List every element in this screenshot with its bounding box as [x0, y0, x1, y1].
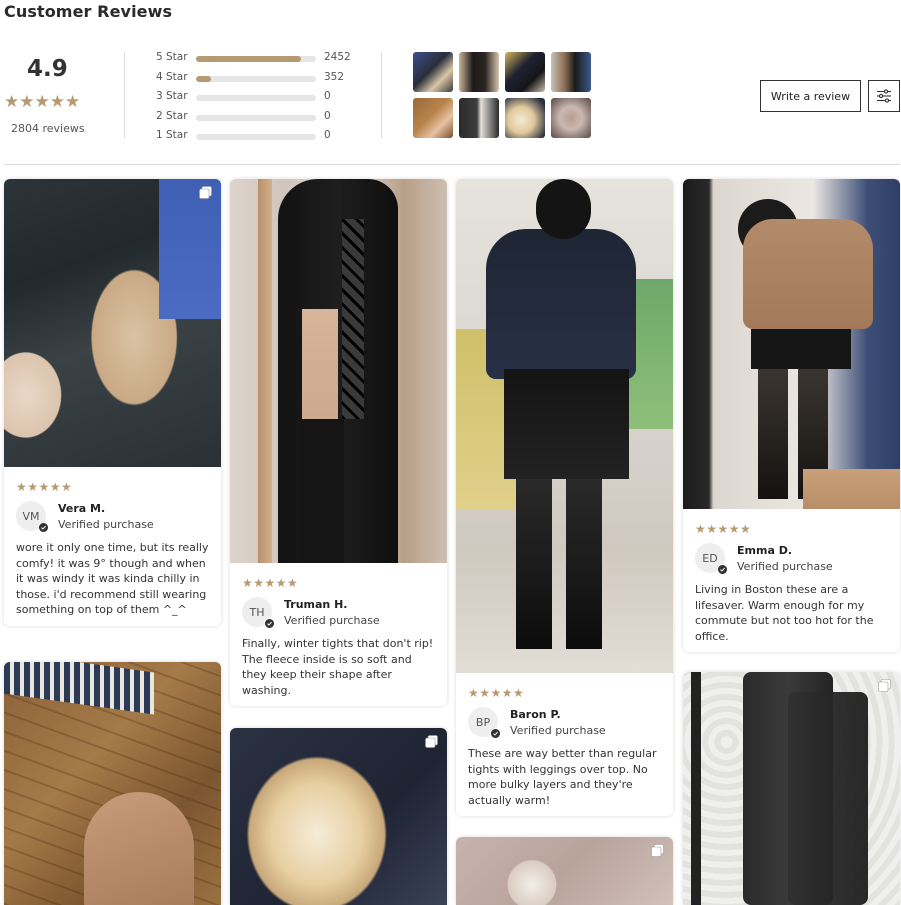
distribution-label: 3 Star: [156, 90, 188, 102]
photo-thumbnail[interactable]: [505, 52, 545, 92]
review-card[interactable]: [683, 672, 900, 905]
distribution-bar: [196, 75, 316, 82]
write-review-button[interactable]: Write a review: [760, 80, 861, 112]
distribution-count: 0: [324, 129, 331, 141]
average-stars: ★★★★★: [4, 92, 81, 112]
distribution-count: 0: [324, 90, 331, 102]
review-photo[interactable]: [456, 837, 673, 905]
review-photo[interactable]: [4, 662, 221, 905]
total-reviews: 2804 reviews: [11, 122, 85, 135]
section-divider: [4, 164, 900, 165]
review-photo[interactable]: [230, 179, 447, 563]
distribution-row-3[interactable]: 3 Star 0: [156, 89, 356, 109]
divider: [381, 52, 382, 138]
review-photo[interactable]: [456, 179, 673, 673]
review-author: BP Baron P. Verified purchase: [468, 706, 662, 740]
reviewer-name: Baron P.: [510, 708, 561, 721]
photo-thumbnail[interactable]: [413, 52, 453, 92]
review-text: Living in Boston these are a lifesaver. …: [695, 583, 874, 643]
photo-thumbnails: [413, 52, 597, 138]
multi-photo-icon: [878, 679, 891, 692]
distribution-count: 2452: [324, 51, 351, 63]
sliders-icon: [877, 89, 891, 103]
page-title: Customer Reviews: [4, 2, 173, 21]
distribution-fill: [196, 56, 301, 62]
distribution-label: 1 Star: [156, 129, 188, 141]
verified-check-icon: [490, 728, 501, 739]
multi-photo-icon: [651, 844, 664, 857]
verified-label: Verified purchase: [284, 614, 380, 627]
review-author: ED Emma D. Verified purchase: [695, 542, 889, 576]
reviewer-name: Emma D.: [737, 544, 792, 557]
distribution-label: 2 Star: [156, 109, 188, 122]
review-stars: ★★★★★: [468, 686, 525, 700]
distribution-bar: [196, 114, 316, 121]
review-card[interactable]: ★★★★★ VM Vera M. Verified purchase wore …: [4, 179, 221, 626]
distribution-row-4[interactable]: 4 Star 352: [156, 70, 356, 90]
multi-photo-icon: [199, 186, 212, 199]
reviewer-name: Truman H.: [284, 598, 348, 611]
distribution-row-5[interactable]: 5 Star 2452: [156, 50, 356, 70]
review-card[interactable]: ★★★★★ ED Emma D. Verified purchase Livin…: [683, 179, 900, 653]
rating-distribution: 5 Star 2452 4 Star 352 3 Star 0 2 Star 0…: [156, 50, 356, 148]
verified-check-icon: [717, 564, 728, 575]
distribution-row-1[interactable]: 1 Star 0: [156, 128, 356, 148]
review-photo[interactable]: [683, 179, 900, 509]
review-stars: ★★★★★: [242, 576, 299, 590]
review-text: wore it only one time, but its really co…: [16, 541, 209, 617]
review-photo[interactable]: [683, 672, 900, 905]
verified-check-icon: [264, 618, 275, 629]
average-rating: 4.9: [27, 56, 68, 82]
verified-label: Verified purchase: [737, 560, 833, 573]
photo-thumbnail[interactable]: [505, 98, 545, 138]
review-stars: ★★★★★: [695, 522, 752, 536]
review-card[interactable]: ★★★★★ BP Baron P. Verified purchase Thes…: [456, 179, 673, 817]
photo-thumbnail[interactable]: [413, 98, 453, 138]
multi-photo-icon: [425, 735, 438, 748]
distribution-row-2[interactable]: 2 Star 0: [156, 109, 356, 129]
distribution-count: 0: [324, 109, 331, 122]
distribution-label: 4 Star: [156, 70, 188, 83]
rating-summary: 4.9 ★★★★★ 2804 reviews 5 Star 2452 4 Sta…: [0, 44, 901, 144]
verified-label: Verified purchase: [58, 518, 154, 531]
photo-thumbnail[interactable]: [459, 98, 499, 138]
photo-thumbnail[interactable]: [551, 52, 591, 92]
divider: [124, 52, 125, 138]
filter-button[interactable]: [868, 80, 900, 112]
distribution-fill: [196, 75, 212, 82]
photo-thumbnail[interactable]: [459, 52, 499, 92]
review-author: TH Truman H. Verified purchase: [242, 596, 436, 630]
review-text: Finally, winter tights that don't rip! T…: [242, 637, 434, 697]
review-author: VM Vera M. Verified purchase: [16, 500, 210, 534]
distribution-bar: [196, 56, 316, 62]
review-card[interactable]: [456, 837, 673, 905]
review-card[interactable]: ★★★★★ TH Truman H. Verified purchase Fin…: [230, 179, 447, 707]
review-photo[interactable]: [230, 728, 447, 905]
photo-thumbnail[interactable]: [551, 98, 591, 138]
review-card[interactable]: [230, 728, 447, 905]
distribution-count: 352: [324, 70, 345, 83]
verified-check-icon: [38, 522, 49, 533]
review-stars: ★★★★★: [16, 480, 73, 494]
reviewer-name: Vera M.: [58, 502, 106, 515]
distribution-bar: [196, 134, 316, 140]
review-photo[interactable]: [4, 179, 221, 467]
review-text: These are way better than regular tights…: [468, 747, 657, 807]
verified-label: Verified purchase: [510, 724, 606, 737]
review-card[interactable]: [4, 662, 221, 905]
distribution-bar: [196, 95, 316, 101]
distribution-label: 5 Star: [156, 51, 188, 63]
